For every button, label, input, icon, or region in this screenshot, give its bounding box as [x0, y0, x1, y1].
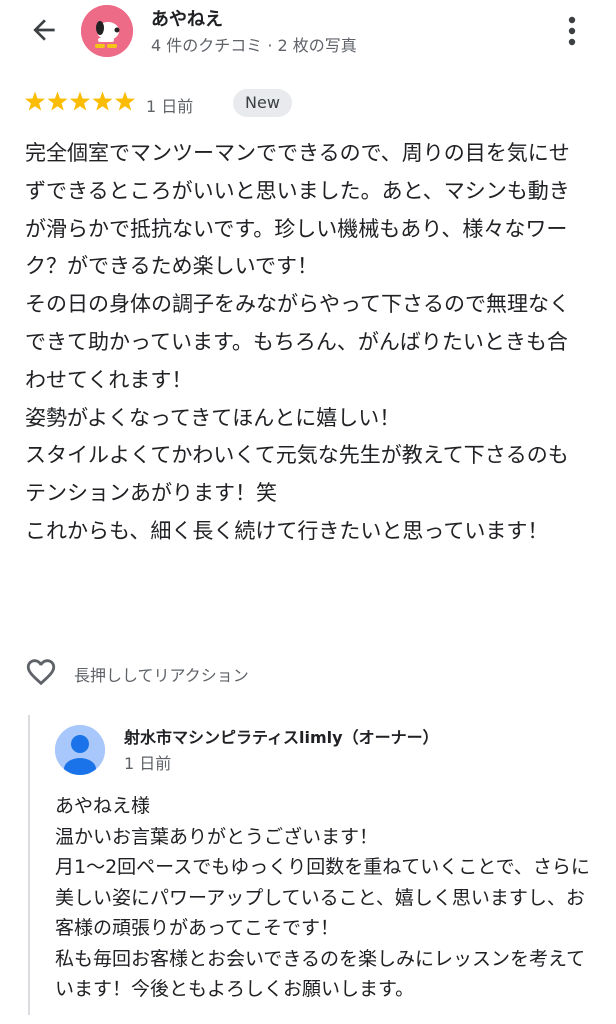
- star-icon: [92, 91, 113, 111]
- owner-name: 射水市マシンピラティスlimly（オーナー）: [124, 728, 439, 747]
- review-text: 完全個室でマンツーマンでできるので、周りの目を気にせずできるところがいいと思いま…: [25, 141, 570, 543]
- star-icon: [47, 91, 68, 111]
- snoopy-avatar-icon: [81, 5, 133, 57]
- review-header: あやねえ 4 件のクチコミ · 2 枚の写真: [0, 0, 616, 64]
- reviewer-name[interactable]: あやねえ: [151, 5, 223, 31]
- star-icon: [25, 91, 45, 111]
- rating-row: 1 日前 New: [24, 88, 584, 118]
- arrow-back-icon[interactable]: [28, 14, 60, 46]
- review-date: 1 日前: [146, 97, 194, 116]
- avatar[interactable]: [81, 5, 133, 57]
- star-icon: [70, 91, 90, 111]
- owner-avatar: [55, 725, 105, 775]
- more-vert-icon[interactable]: [564, 13, 580, 49]
- reviewer-meta: 4 件のクチコミ · 2 枚の写真: [151, 36, 357, 55]
- star-icon: [115, 91, 135, 111]
- reaction-label: 長押ししてリアクション: [74, 666, 249, 685]
- person-avatar-icon: [55, 725, 105, 775]
- heart-outline-icon[interactable]: [24, 655, 58, 689]
- reaction-row[interactable]: 長押ししてリアクション: [24, 655, 324, 691]
- owner-reply-date: 1 日前: [124, 754, 172, 773]
- owner-reply-text: あやねえ様 温かいお言葉ありがとうございます！ 月1〜2回ペースでもゆっくり回数…: [55, 795, 590, 1000]
- owner-reply: 射水市マシンピラティスlimly（オーナー） 1 日前 あやねえ様 温かいお言葉…: [28, 715, 600, 1015]
- star-rating: [25, 91, 135, 111]
- new-badge: New: [233, 89, 292, 117]
